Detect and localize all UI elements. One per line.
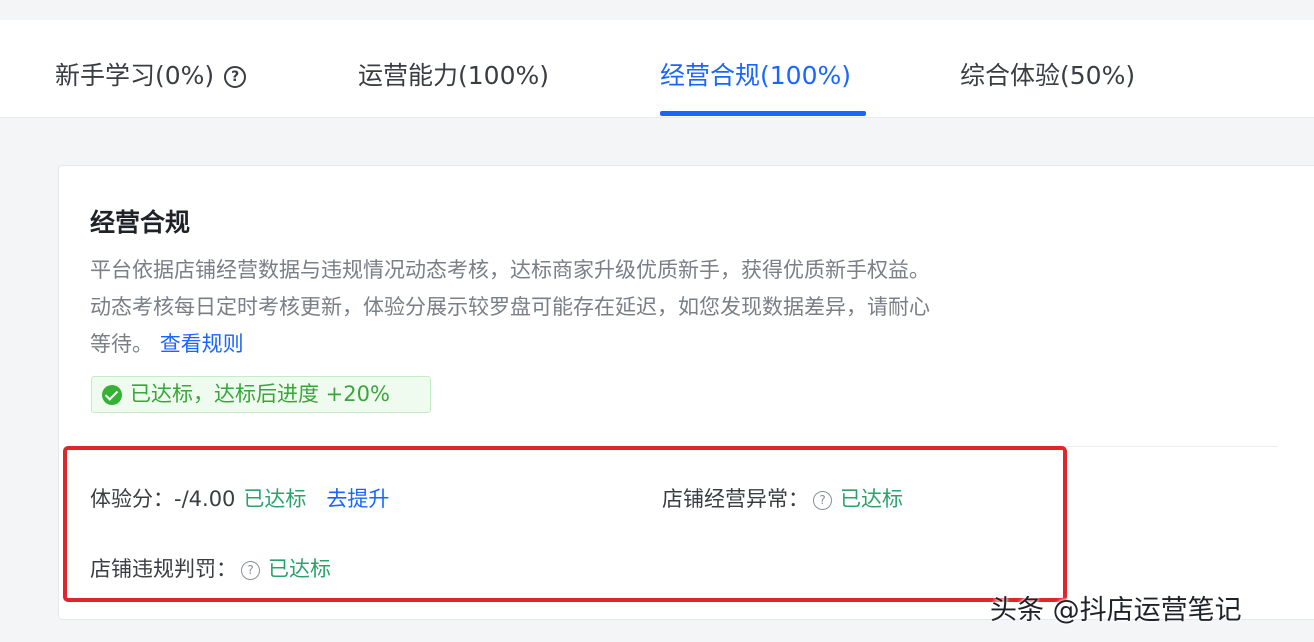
- badge-text: 已达标，达标后进度 +20%: [130, 382, 390, 406]
- top-strip: [0, 0, 1314, 20]
- tab-operation-ability[interactable]: 运营能力(100%): [358, 58, 549, 98]
- view-rules-link[interactable]: 查看规则: [160, 332, 244, 356]
- tab-label: 新手学习(0%): [55, 61, 215, 90]
- card-title: 经营合规: [90, 208, 191, 237]
- check-circle-icon: [102, 385, 122, 405]
- tab-label: 运营能力(100%): [358, 61, 549, 90]
- tab-bar: 新手学习(0%)? 运营能力(100%) 经营合规(100%) 综合体验(50%…: [0, 20, 1314, 118]
- help-icon[interactable]: ?: [224, 66, 247, 88]
- watermark: 头条 @抖店运营笔记: [990, 595, 1242, 626]
- card-description: 平台依据店铺经营数据与违规情况动态考核，达标商家升级优质新手，获得优质新手权益。…: [90, 252, 940, 363]
- tab-label: 经营合规(100%): [660, 61, 851, 90]
- tab-newbie-learning[interactable]: 新手学习(0%)?: [55, 58, 247, 98]
- tab-label: 综合体验(50%): [960, 61, 1136, 90]
- active-tab-indicator: [660, 111, 866, 116]
- tab-business-compliance[interactable]: 经营合规(100%): [660, 58, 851, 98]
- tab-overall-experience[interactable]: 综合体验(50%): [960, 58, 1135, 98]
- status-badge: 已达标，达标后进度 +20%: [91, 376, 431, 413]
- highlight-box: [63, 446, 1067, 602]
